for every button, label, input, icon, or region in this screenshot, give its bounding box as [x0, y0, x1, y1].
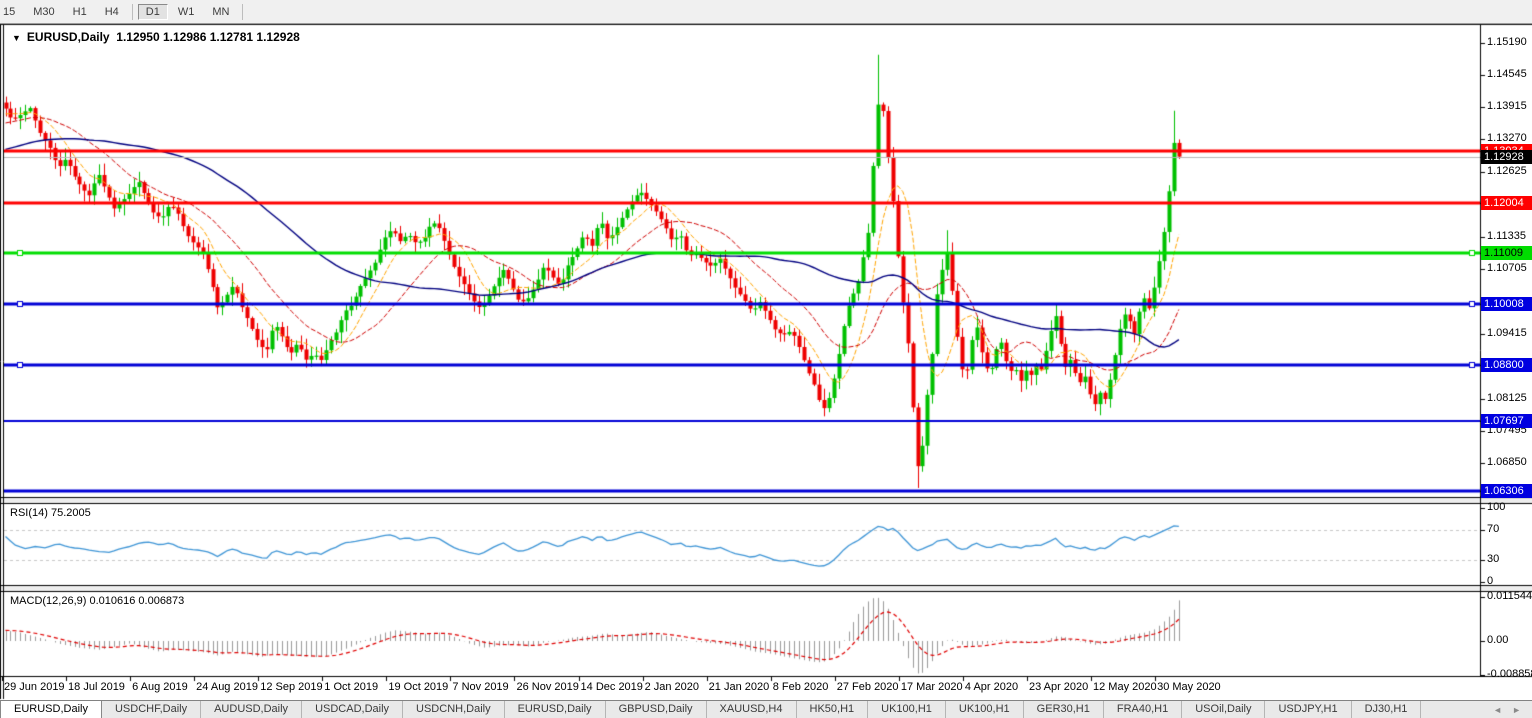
rsi-axis-label: 30 [1487, 553, 1499, 565]
tab-scroll-left-icon[interactable]: ◄ [1488, 705, 1507, 715]
chart-tab-4[interactable]: USDCNH,Daily [403, 701, 505, 718]
tab-scroll-right-icon[interactable]: ► [1507, 705, 1526, 715]
price-badge: 1.12928 [1481, 150, 1532, 164]
chart-tab-9[interactable]: UK100,H1 [868, 701, 946, 718]
rsi-indicator-label: RSI(14) 75.2005 [10, 507, 91, 519]
date-axis-label: 8 Feb 2020 [773, 681, 829, 693]
date-axis-label: 12 Sep 2019 [260, 681, 322, 693]
timeframe-button-d1[interactable]: D1 [138, 4, 168, 20]
chart-tab-bar: EURUSD,DailyUSDCHF,DailyAUDUSD,DailyUSDC… [0, 700, 1532, 718]
chart-tab-15[interactable]: DJ30,H1 [1352, 701, 1422, 718]
chart-tab-6[interactable]: GBPUSD,Daily [606, 701, 707, 718]
price-badge: 1.12004 [1481, 196, 1532, 210]
timeframe-button-h1[interactable]: H1 [65, 4, 95, 20]
macd-axis-label: 0.00 [1487, 634, 1508, 646]
date-axis-label: 27 Feb 2020 [837, 681, 899, 693]
price-axis-label: 1.10705 [1487, 262, 1527, 274]
date-axis-label: 4 Apr 2020 [965, 681, 1018, 693]
chart-title: ▼ EURUSD,Daily 1.12950 1.12986 1.12781 1.… [12, 30, 300, 44]
timeframe-button-w1[interactable]: W1 [170, 4, 203, 20]
timeframe-button-mn[interactable]: MN [204, 4, 237, 20]
date-axis-label: 23 Apr 2020 [1029, 681, 1088, 693]
price-badge: 1.11009 [1481, 246, 1532, 260]
chart-tab-14[interactable]: USDJPY,H1 [1265, 701, 1351, 718]
chart-tab-3[interactable]: USDCAD,Daily [302, 701, 403, 718]
date-axis-label: 2 Jan 2020 [645, 681, 699, 693]
chart-tab-2[interactable]: AUDUSD,Daily [201, 701, 302, 718]
chart-title-ohlc: 1.12950 1.12986 1.12781 1.12928 [116, 30, 300, 44]
price-axis-label: 1.12625 [1487, 165, 1527, 177]
toolbar-separator [242, 4, 243, 20]
date-axis-label: 12 May 2020 [1093, 681, 1157, 693]
macd-axis-label: 0.011544 [1487, 590, 1532, 602]
chart-title-symbol: EURUSD,Daily [27, 30, 110, 44]
date-axis-label: 14 Dec 2019 [581, 681, 643, 693]
date-axis-label: 29 Jun 2019 [4, 681, 65, 693]
date-axis-label: 24 Aug 2019 [196, 681, 258, 693]
chart-tab-10[interactable]: UK100,H1 [946, 701, 1024, 718]
date-axis-label: 17 Mar 2020 [901, 681, 963, 693]
price-axis-label: 1.15190 [1487, 36, 1527, 48]
rsi-axis-label: 70 [1487, 523, 1499, 535]
date-axis-label: 7 Nov 2019 [452, 681, 508, 693]
chart-tab-13[interactable]: USOil,Daily [1182, 701, 1265, 718]
chart-tab-0[interactable]: EURUSD,Daily [0, 701, 102, 718]
terminal-window: 15M30H1H4 D1W1MN ▼ EURUSD,Daily 1.12950 1.… [0, 0, 1532, 718]
timeframe-toolbar: 15M30H1H4 D1W1MN [0, 0, 1532, 24]
chart-tab-5[interactable]: EURUSD,Daily [505, 701, 606, 718]
timeframe-button-m30[interactable]: M30 [25, 4, 62, 20]
chart-tab-1[interactable]: USDCHF,Daily [102, 701, 201, 718]
date-axis-label: 18 Jul 2019 [68, 681, 125, 693]
date-axis-label: 21 Jan 2020 [709, 681, 770, 693]
tab-scroll-arrows: ◄► [1488, 701, 1532, 718]
price-axis-label: 1.09415 [1487, 327, 1527, 339]
date-axis-label: 26 Nov 2019 [516, 681, 578, 693]
timeframe-button-15[interactable]: 15 [0, 4, 23, 20]
price-axis-label: 1.13915 [1487, 100, 1527, 112]
price-badge: 1.06306 [1481, 484, 1532, 498]
chart-dropdown-arrow-icon: ▼ [12, 33, 21, 43]
macd-axis-label: -0.008858 [1487, 668, 1532, 680]
timeframe-button-h4[interactable]: H4 [97, 4, 127, 20]
price-badge: 1.07697 [1481, 414, 1532, 428]
chart-tab-7[interactable]: XAUUSD,H4 [707, 701, 797, 718]
price-chart-canvas[interactable] [0, 0, 1532, 718]
price-badge: 1.08800 [1481, 358, 1532, 372]
toolbar-separator [132, 4, 133, 20]
price-axis-label: 1.06850 [1487, 456, 1527, 468]
chart-tab-11[interactable]: GER30,H1 [1024, 701, 1104, 718]
price-badge: 1.10008 [1481, 297, 1532, 311]
macd-indicator-label: MACD(12,26,9) 0.010616 0.006873 [10, 595, 184, 607]
rsi-axis-label: 100 [1487, 501, 1505, 513]
date-axis-label: 6 Aug 2019 [132, 681, 188, 693]
chart-tab-12[interactable]: FRA40,H1 [1104, 701, 1182, 718]
price-axis-label: 1.08125 [1487, 392, 1527, 404]
chart-tab-8[interactable]: HK50,H1 [797, 701, 869, 718]
date-axis-label: 19 Oct 2019 [388, 681, 448, 693]
price-axis-label: 1.14545 [1487, 68, 1527, 80]
date-axis-label: 1 Oct 2019 [324, 681, 378, 693]
rsi-axis-label: 0 [1487, 575, 1493, 587]
price-axis-label: 1.13270 [1487, 132, 1527, 144]
price-axis-label: 1.11335 [1487, 230, 1526, 242]
date-axis-label: 30 May 2020 [1157, 681, 1221, 693]
